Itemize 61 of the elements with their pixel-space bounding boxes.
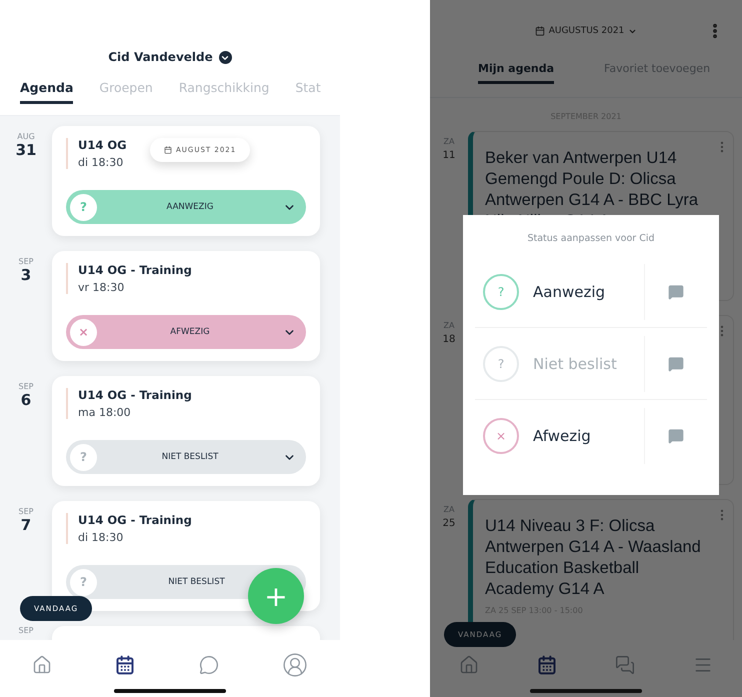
- event-time: vr 18:30: [78, 281, 124, 294]
- calendar-icon: [164, 146, 172, 154]
- event-title: U14 OG: [78, 138, 127, 152]
- event-time: di 18:30: [78, 156, 124, 169]
- calendar-icon: [534, 26, 545, 36]
- day-number: 6: [20, 391, 32, 409]
- status-symbol: ×: [483, 418, 519, 454]
- event-card[interactable]: U14 OG - Training vr 18:30 × AFWEZIG: [52, 251, 320, 361]
- tab[interactable]: Mijn agenda: [478, 62, 554, 84]
- status-option[interactable]: ? Aanwezig: [475, 264, 645, 320]
- day-number: 18: [442, 334, 456, 345]
- day-number: 25: [442, 518, 456, 529]
- comment-icon: [668, 356, 684, 372]
- status-label: Niet beslist: [533, 354, 617, 372]
- dialog-title: Status aanpassen voor Cid: [526, 233, 656, 244]
- month-selector[interactable]: AUGUSTUS 2021: [548, 26, 624, 36]
- status-label: Aanwezig: [533, 282, 606, 300]
- status-label: AANWEZIG: [166, 202, 214, 212]
- comment-icon: [668, 284, 684, 300]
- dropdown-icon[interactable]: [218, 51, 232, 64]
- event-title: U14 OG - Training: [78, 263, 192, 277]
- status-dropdown[interactable]: ? AANWEZIG: [66, 190, 306, 224]
- calendar-icon: [115, 654, 136, 674]
- chat-icon: [198, 654, 219, 674]
- day-number: 7: [20, 516, 32, 534]
- event-time: ma 18:00: [78, 406, 131, 419]
- comment-icon: [668, 428, 684, 444]
- month-label: SEP: [18, 507, 34, 516]
- day-number: 31: [16, 141, 36, 159]
- event-title: U14 Niveau 3 F: Olicsa Antwerpen G14 A - Waasland Education Basketball Academy G14 A: [485, 516, 702, 600]
- status-symbol: ×: [70, 318, 97, 346]
- event-card[interactable]: U14 OG - Training ma 18:00 ? NIET BESLIST: [52, 376, 320, 486]
- tab[interactable]: Agenda: [20, 80, 74, 104]
- status-label: NIET BESLIST: [160, 452, 220, 462]
- status-symbol: ?: [483, 274, 519, 310]
- month-label: SEP: [18, 626, 34, 635]
- month-label: SEP: [18, 382, 34, 391]
- status-dropdown[interactable]: × AFWEZIG: [66, 315, 306, 349]
- event-time: di 18:30: [78, 531, 124, 544]
- status-symbol: ?: [483, 346, 519, 382]
- avatar-icon: [282, 652, 308, 678]
- profile-name: Cid Vandevelde: [108, 50, 213, 64]
- day-number: 3: [20, 266, 32, 284]
- event-title: U14 OG - Training: [78, 388, 192, 402]
- status-symbol: ?: [70, 568, 97, 596]
- status-label: Afwezig: [533, 427, 591, 445]
- status-symbol: ?: [70, 194, 97, 220]
- chat-icon: [615, 654, 635, 674]
- status-option[interactable]: × Afwezig: [475, 408, 645, 464]
- nav-button[interactable]: [115, 654, 136, 674]
- status-dropdown[interactable]: ? NIET BESLIST: [66, 440, 306, 474]
- home-icon: [32, 654, 52, 674]
- month-label: SEP: [18, 257, 34, 266]
- event-title: U14 OG - Training: [78, 513, 192, 527]
- status-label: NIET BESLIST: [167, 577, 226, 587]
- home-icon: [459, 654, 479, 674]
- month-label: AUG: [17, 132, 35, 141]
- status-label: AFWEZIG: [169, 327, 211, 337]
- calendar-icon: [537, 654, 557, 674]
- status-symbol: ?: [70, 444, 97, 470]
- day-number: 11: [442, 150, 456, 161]
